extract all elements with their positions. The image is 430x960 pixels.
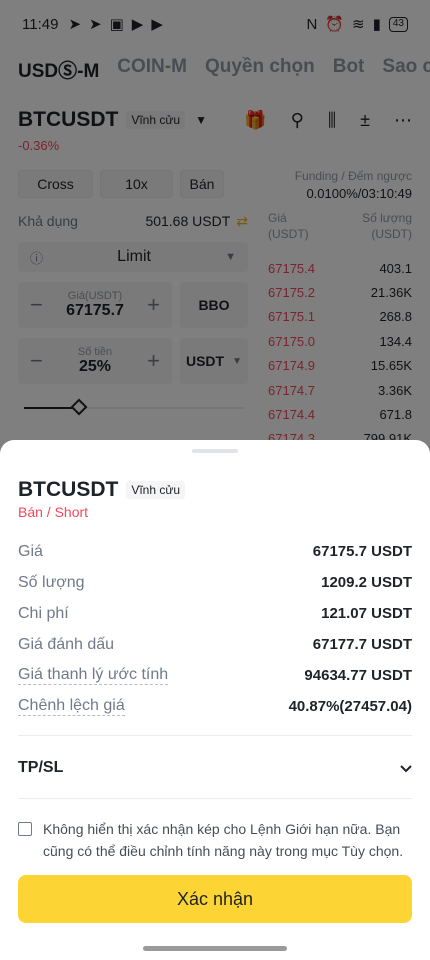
detail-row: Giá 67175.7 USDT bbox=[18, 536, 412, 567]
detail-row: Giá đánh dấu 67177.7 USDT bbox=[18, 629, 412, 660]
detail-label: Giá đánh dấu bbox=[18, 635, 115, 653]
detail-label-liquidation[interactable]: Giá thanh lý ước tính bbox=[18, 666, 169, 685]
detail-value: 121.07 USDT bbox=[321, 605, 412, 622]
divider bbox=[18, 798, 412, 799]
divider bbox=[18, 735, 412, 736]
double-confirm-option: Không hiển thị xác nhận kép cho Lệnh Giớ… bbox=[18, 818, 412, 862]
detail-label: Số lượng bbox=[18, 573, 85, 591]
detail-value: 1209.2 USDT bbox=[321, 574, 412, 591]
tpsl-label: TP/SL bbox=[18, 759, 64, 776]
detail-value: 40.87%(27457.04) bbox=[288, 698, 412, 715]
detail-row: Chi phí 121.07 USDT bbox=[18, 598, 412, 629]
sheet-title: BTCUSDT Vĩnh cửu bbox=[18, 478, 186, 502]
sheet-handle[interactable] bbox=[192, 449, 238, 453]
chevron-down-icon bbox=[400, 760, 412, 776]
detail-label-price-gap[interactable]: Chênh lệch giá bbox=[18, 697, 125, 716]
detail-row: Số lượng 1209.2 USDT bbox=[18, 567, 412, 598]
dont-show-checkbox[interactable] bbox=[18, 822, 32, 836]
detail-row: Giá thanh lý ước tính 94634.77 USDT bbox=[18, 660, 412, 691]
detail-row: Chênh lệch giá 40.87%(27457.04) bbox=[18, 691, 412, 722]
sheet-symbol: BTCUSDT bbox=[18, 478, 119, 501]
order-details: Giá 67175.7 USDT Số lượng 1209.2 USDT Ch… bbox=[18, 536, 412, 722]
tpsl-expander[interactable]: TP/SL bbox=[18, 754, 412, 782]
detail-value: 67177.7 USDT bbox=[312, 636, 412, 653]
sheet-side: Bán / Short bbox=[18, 504, 89, 520]
dont-show-label: Không hiển thị xác nhận kép cho Lệnh Giớ… bbox=[43, 821, 404, 859]
detail-value: 94634.77 USDT bbox=[304, 667, 412, 684]
order-confirm-sheet: BTCUSDT Vĩnh cửu Bán / Short Giá 67175.7… bbox=[0, 440, 430, 960]
detail-label: Chi phí bbox=[18, 604, 69, 622]
detail-label: Giá bbox=[18, 542, 43, 560]
sheet-perpetual-tag: Vĩnh cửu bbox=[126, 481, 186, 499]
confirm-button[interactable]: Xác nhận bbox=[18, 875, 412, 923]
home-indicator[interactable] bbox=[143, 946, 287, 951]
detail-value: 67175.7 USDT bbox=[312, 543, 412, 560]
